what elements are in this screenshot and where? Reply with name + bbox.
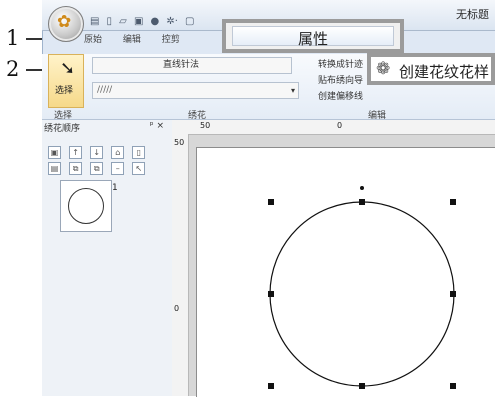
qat-icon-2[interactable]: ▯ <box>107 16 113 27</box>
handle-right[interactable] <box>450 291 456 297</box>
panel-title: 绣花顺序 <box>44 124 81 134</box>
copy-icon[interactable]: ⧉ <box>69 162 83 175</box>
handle-top-left[interactable] <box>268 199 274 205</box>
flower-pattern-icon: ❁ <box>376 59 391 79</box>
object-thumbnail[interactable] <box>60 180 112 232</box>
tab-control[interactable]: 控剪 <box>162 35 180 45</box>
stitch-combo-value: 直线针法 <box>163 60 200 70</box>
ruler-left-label-2: 0 <box>174 304 180 313</box>
applique-wizard-button[interactable]: 贴布绣向导 <box>318 73 363 86</box>
stitch-combo[interactable]: 直线针法 <box>92 57 292 74</box>
panel-toolbar-2: ▤ ⧉ ⧉ – ↖ <box>48 156 148 175</box>
qat-icon-5[interactable]: ● <box>151 16 160 27</box>
panel-pin-close[interactable]: ᵖ × <box>150 121 164 131</box>
app-menu-icon: ✿ <box>57 12 72 32</box>
create-pattern-button[interactable]: ❁ 创建花纹花样 <box>367 53 495 85</box>
tab-properties-label: 属性 <box>297 30 328 48</box>
ruler-top: 50 0 <box>172 120 495 135</box>
handle-top[interactable] <box>359 199 365 205</box>
qat-icon-1[interactable]: ▤ <box>90 16 99 27</box>
convert-to-stitch-button[interactable]: 转换成针迹 <box>318 57 363 70</box>
handle-bottom-left[interactable] <box>268 383 274 389</box>
ruler-top-label-1: 50 <box>200 121 211 130</box>
qat-icon-3[interactable]: ▱ <box>119 16 127 27</box>
quick-access-toolbar: ▤ ▯ ▱ ▣ ● ✲· ▢ <box>90 9 196 28</box>
selected-circle[interactable] <box>269 201 455 387</box>
selected-circle-overlay[interactable] <box>196 147 495 396</box>
cursor-icon[interactable]: ↖ <box>132 162 146 175</box>
arrow-cursor-icon: ➘ <box>60 58 76 79</box>
handle-bottom[interactable] <box>359 383 365 389</box>
ruler-left-label-1: 50 <box>174 138 185 147</box>
select-button[interactable]: ➘ 选择 <box>48 54 84 108</box>
tab-properties[interactable]: 属性 <box>222 19 404 53</box>
app-menu-button[interactable]: ✿ <box>48 6 84 42</box>
handle-top-right[interactable] <box>450 199 456 205</box>
thumbnail-circle <box>68 188 104 224</box>
tab-home[interactable]: 原始 <box>84 35 102 45</box>
fill-combo[interactable]: ///// ▾ <box>92 82 299 99</box>
handle-bottom-right[interactable] <box>450 383 456 389</box>
fill-pattern-icon: ///// <box>97 85 113 95</box>
paste-icon[interactable]: ⧉ <box>90 162 104 175</box>
panel-header: 绣花顺序 ᵖ × <box>44 121 164 135</box>
create-offset-line-button[interactable]: 创建偏移线 <box>318 89 363 102</box>
callout-1: 1 <box>6 26 20 50</box>
chevron-down-icon: ▾ <box>290 86 295 95</box>
create-pattern-label: 创建花纹花样 <box>399 63 490 81</box>
tab-edit[interactable]: 编辑 <box>123 35 141 45</box>
qat-icon-6[interactable]: ✲· <box>166 16 178 27</box>
ruler-left: 50 0 <box>172 134 189 396</box>
ribbon-tabs: 原始 编辑 控剪 <box>84 32 198 45</box>
rotate-handle[interactable] <box>360 186 364 190</box>
handle-left[interactable] <box>268 291 274 297</box>
select-button-label: 选择 <box>55 86 74 96</box>
ruler-top-label-2: 0 <box>337 121 343 130</box>
group-icon[interactable]: ▤ <box>48 162 61 175</box>
qat-icon-7[interactable]: ▢ <box>185 16 194 27</box>
window-title: 无标题 <box>456 8 489 21</box>
disabled-icon: – <box>111 162 125 175</box>
callout-2: 2 <box>6 57 20 81</box>
qat-icon-4[interactable]: ▣ <box>134 16 143 27</box>
thumbnail-index: 1 <box>112 183 118 193</box>
